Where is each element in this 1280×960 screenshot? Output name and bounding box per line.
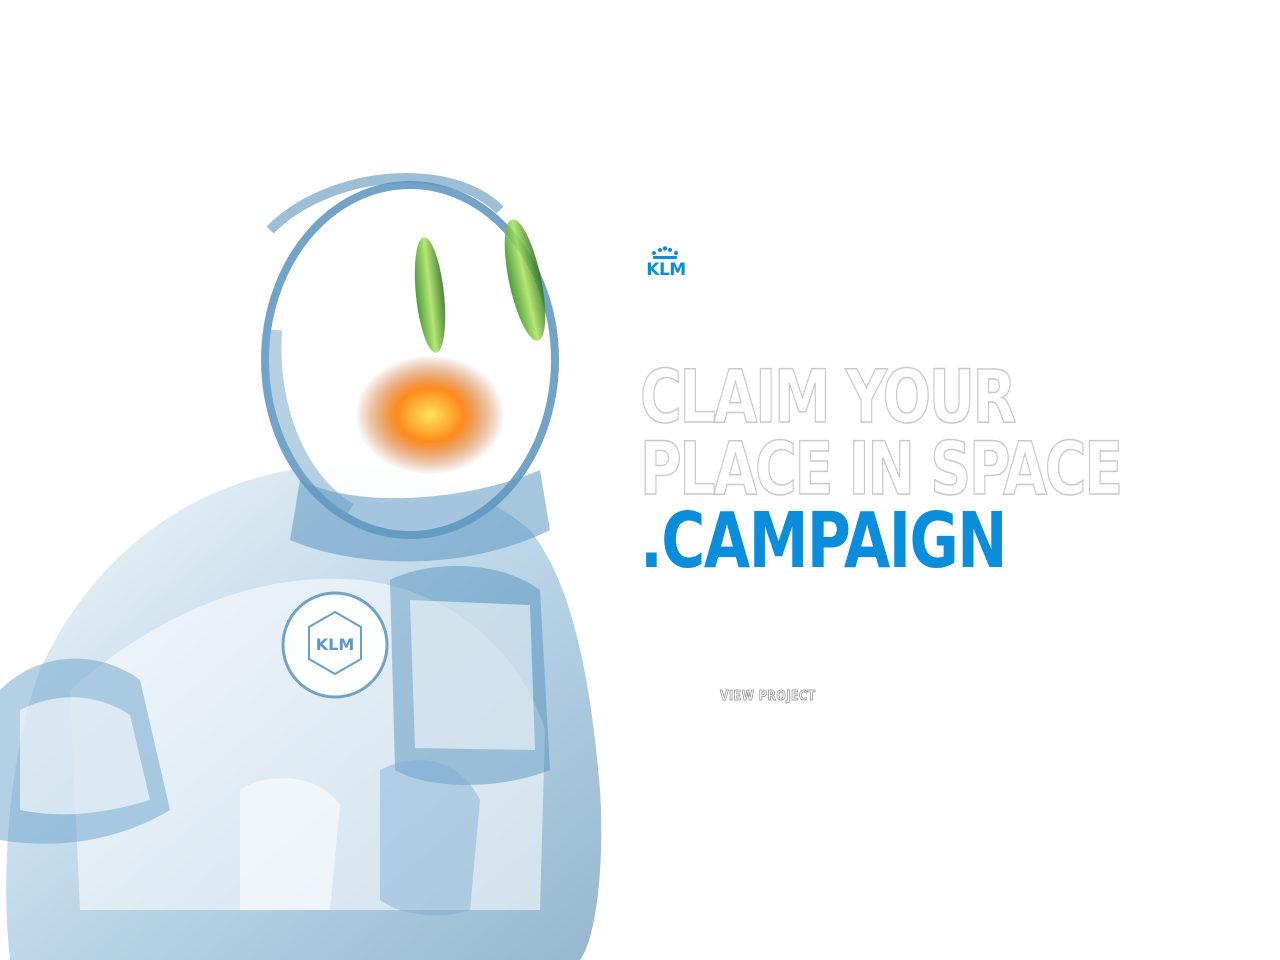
- logo-text: KLM: [646, 260, 686, 280]
- astronaut-image: KLM: [0, 173, 602, 960]
- project-hero: KLM KLM CLAIM YOUR PLACE IN SPACE .CAMPA…: [0, 0, 1280, 960]
- view-project-link[interactable]: VIEW PROJECT: [720, 689, 816, 705]
- klm-logo[interactable]: KLM: [639, 246, 693, 284]
- title-line-1: CLAIM YOUR: [639, 355, 1017, 440]
- title-line-2: PLACE IN SPACE: [639, 427, 1123, 512]
- page-title: CLAIM YOUR PLACE IN SPACE .CAMPAIGN: [639, 355, 1123, 586]
- suit-patch-text: KLM: [316, 635, 355, 654]
- title-accent: .CAMPAIGN: [640, 497, 1008, 586]
